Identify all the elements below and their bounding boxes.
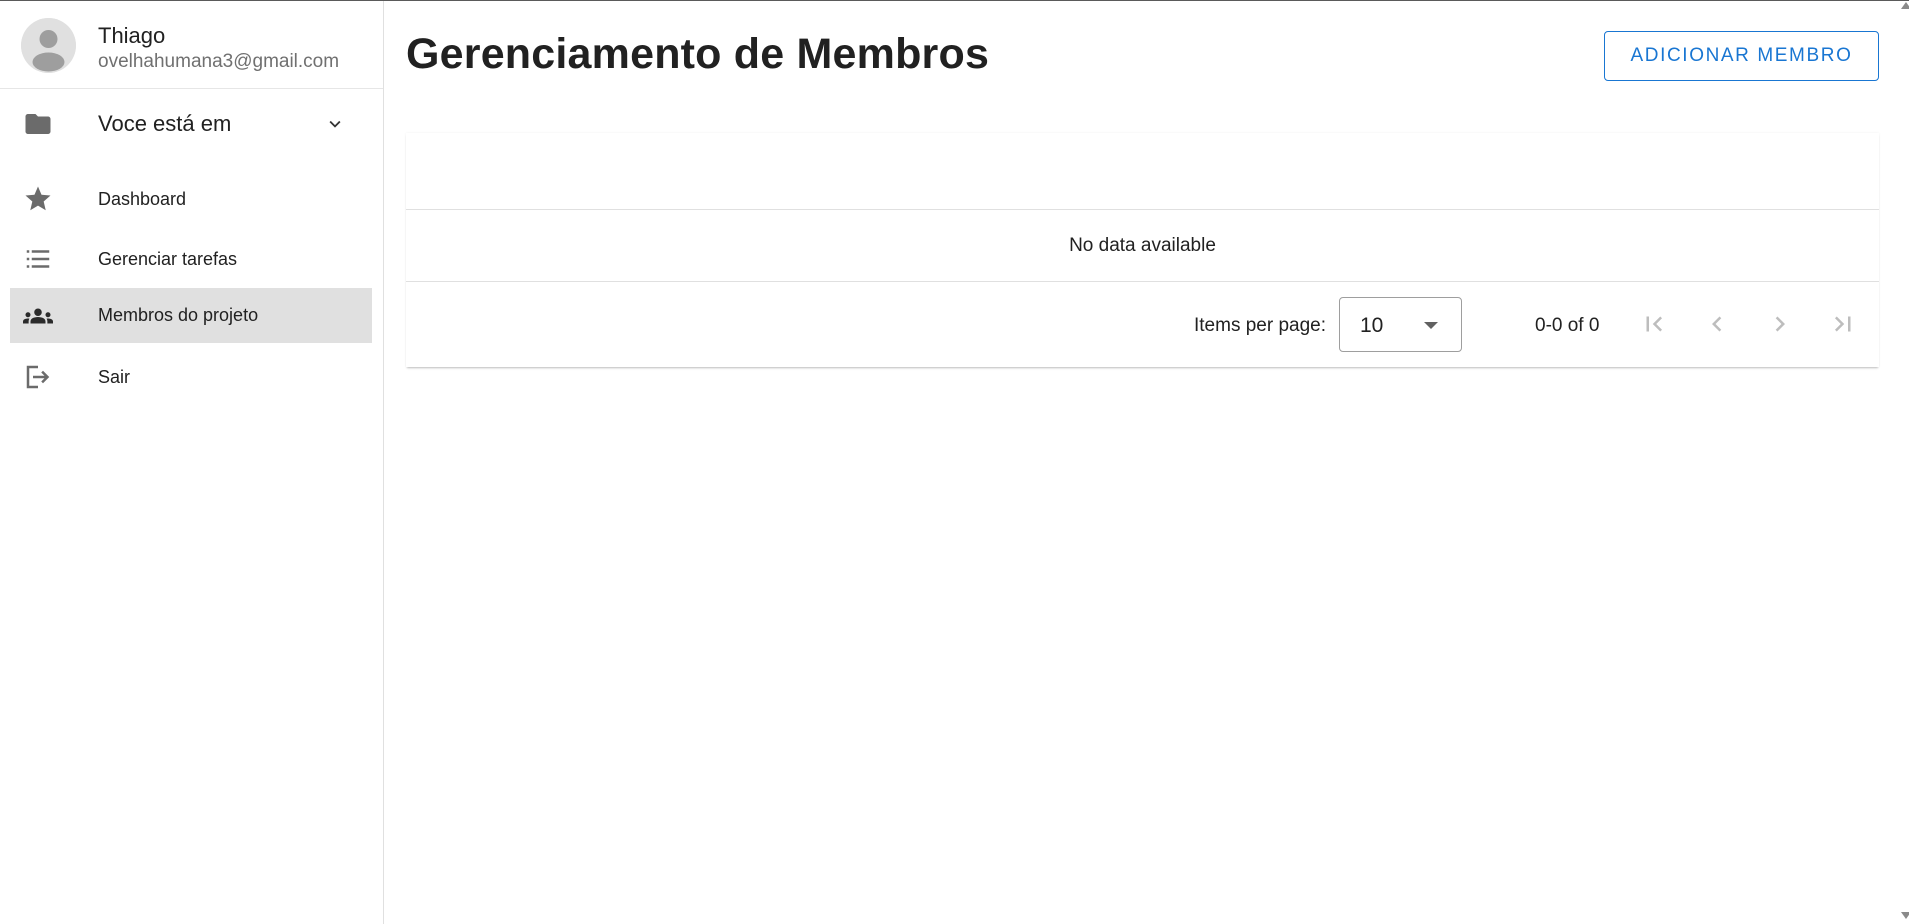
project-selector-group[interactable]: Voce está em — [10, 97, 372, 151]
sidebar-item-label: Sair — [98, 366, 131, 387]
avatar-icon — [21, 18, 76, 73]
chevron-down-icon[interactable] — [324, 113, 346, 135]
sidebar-item-label: Dashboard — [98, 188, 187, 209]
sidebar-item-label: Membros do projeto — [98, 305, 259, 325]
no-data-message: No data available — [406, 210, 1879, 282]
pagination-range: 0-0 of 0 — [1535, 315, 1600, 336]
user-name: Thiago — [98, 23, 166, 48]
caret-down-icon — [1424, 322, 1438, 329]
first-page-icon[interactable] — [1636, 306, 1672, 342]
star-icon — [22, 183, 54, 215]
sidebar-item-label: Gerenciar tarefas — [98, 248, 238, 269]
user-email: ovelhahumana3@gmail.com — [98, 51, 340, 72]
previous-page-icon[interactable] — [1699, 306, 1735, 342]
items-per-page-value: 10 — [1360, 314, 1384, 337]
sidebar-item-membros-do-projeto[interactable]: Membros do projeto — [10, 288, 372, 343]
items-per-page-label: Items per page: — [1194, 315, 1327, 336]
sidebar-item-gerenciar-tarefas[interactable]: Gerenciar tarefas — [10, 233, 372, 285]
scroll-down-arrow[interactable] — [1901, 912, 1909, 919]
table-header — [406, 133, 1879, 210]
scroll-up-arrow[interactable] — [1901, 2, 1909, 9]
last-page-icon[interactable] — [1825, 306, 1861, 342]
group-icon — [22, 300, 54, 332]
list-icon — [22, 243, 54, 275]
user-profile: Thiago ovelhahumana3@gmail.com — [0, 1, 383, 89]
sidebar: Thiago ovelhahumana3@gmail.com Voce está… — [0, 1, 384, 924]
sidebar-item-dashboard[interactable]: Dashboard — [10, 173, 372, 225]
members-table: No data available Items per page: 10 0-0… — [406, 133, 1879, 367]
project-selector-label: Voce está em — [98, 111, 232, 136]
page-title: Gerenciamento de Membros — [406, 30, 990, 78]
next-page-icon[interactable] — [1762, 306, 1798, 342]
folder-icon — [22, 108, 54, 140]
sidebar-item-sair[interactable]: Sair — [10, 351, 372, 403]
add-member-button[interactable]: ADICIONAR MEMBRO — [1604, 31, 1879, 81]
items-per-page-select[interactable]: 10 — [1339, 297, 1462, 352]
table-footer: Items per page: 10 0-0 of 0 — [406, 282, 1879, 367]
logout-icon — [22, 361, 54, 393]
